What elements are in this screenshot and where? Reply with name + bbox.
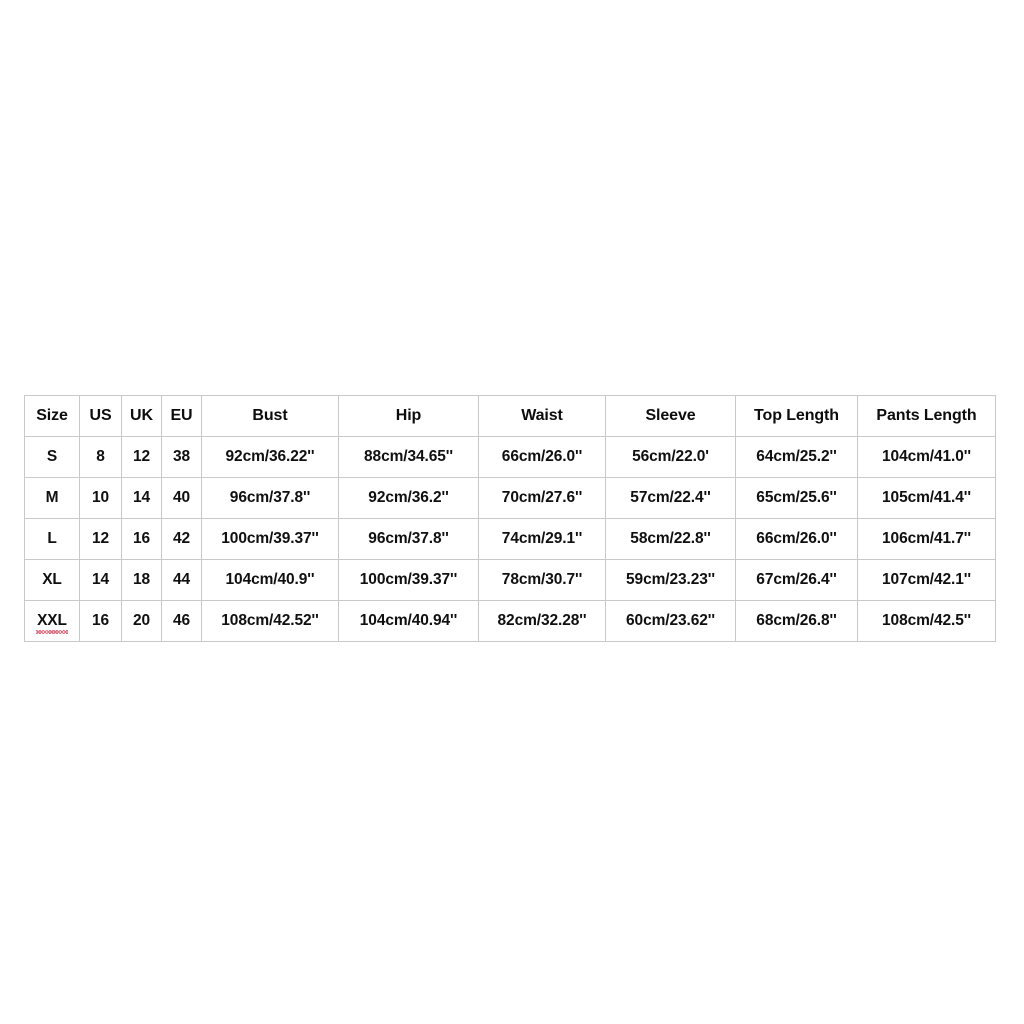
size-label: M: [45, 489, 59, 506]
cell-bust: 100cm/39.37'': [201, 518, 339, 560]
cell-pants-length: 108cm/42.5'': [857, 600, 996, 642]
cell-top-length: 65cm/25.6'': [735, 477, 858, 519]
cell-eu: 46: [161, 600, 202, 642]
size-label: L: [47, 530, 57, 547]
size-label: S: [46, 448, 58, 465]
column-header-pants-length: Pants Length: [857, 395, 996, 437]
cell-hip: 88cm/34.65'': [338, 436, 479, 478]
cell-top-length: 66cm/26.0'': [735, 518, 858, 560]
cell-hip: 100cm/39.37'': [338, 559, 479, 601]
cell-sleeve: 60cm/23.62'': [605, 600, 736, 642]
cell-size: S: [24, 436, 80, 478]
cell-waist: 66cm/26.0'': [478, 436, 606, 478]
cell-bust: 104cm/40.9'': [201, 559, 339, 601]
size-chart-container: Size US UK EU Bust Hip Waist Sleeve Top …: [24, 395, 996, 642]
column-header-sleeve: Sleeve: [605, 395, 736, 437]
cell-uk: 16: [121, 518, 162, 560]
cell-sleeve: 59cm/23.23'': [605, 559, 736, 601]
cell-pants-length: 104cm/41.0'': [857, 436, 996, 478]
cell-size: M: [24, 477, 80, 519]
table-row: XL 14 18 44 104cm/40.9'' 100cm/39.37'' 7…: [24, 559, 996, 601]
table-row: M 10 14 40 96cm/37.8'' 92cm/36.2'' 70cm/…: [24, 477, 996, 519]
column-header-hip: Hip: [338, 395, 479, 437]
column-header-size: Size: [24, 395, 80, 437]
column-header-us: US: [79, 395, 122, 437]
cell-sleeve: 57cm/22.4'': [605, 477, 736, 519]
cell-top-length: 68cm/26.8'': [735, 600, 858, 642]
cell-pants-length: 106cm/41.7'': [857, 518, 996, 560]
table-header-row: Size US UK EU Bust Hip Waist Sleeve Top …: [24, 395, 996, 437]
cell-pants-length: 105cm/41.4'': [857, 477, 996, 519]
cell-hip: 92cm/36.2'': [338, 477, 479, 519]
cell-uk: 12: [121, 436, 162, 478]
size-label: XL: [42, 571, 62, 588]
cell-eu: 44: [161, 559, 202, 601]
column-header-uk: UK: [121, 395, 162, 437]
size-chart-body: S 8 12 38 92cm/36.22'' 88cm/34.65'' 66cm…: [24, 436, 996, 642]
table-row: L 12 16 42 100cm/39.37'' 96cm/37.8'' 74c…: [24, 518, 996, 560]
cell-bust: 108cm/42.52'': [201, 600, 339, 642]
cell-sleeve: 56cm/22.0': [605, 436, 736, 478]
cell-uk: 14: [121, 477, 162, 519]
size-chart-table: Size US UK EU Bust Hip Waist Sleeve Top …: [24, 395, 996, 642]
cell-us: 10: [79, 477, 122, 519]
cell-waist: 70cm/27.6'': [478, 477, 606, 519]
cell-eu: 38: [161, 436, 202, 478]
cell-us: 8: [79, 436, 122, 478]
cell-bust: 92cm/36.22'': [201, 436, 339, 478]
column-header-eu: EU: [161, 395, 202, 437]
cell-size: XL: [24, 559, 80, 601]
cell-us: 12: [79, 518, 122, 560]
cell-sleeve: 58cm/22.8'': [605, 518, 736, 560]
column-header-top-length: Top Length: [735, 395, 858, 437]
cell-us: 16: [79, 600, 122, 642]
cell-pants-length: 107cm/42.1'': [857, 559, 996, 601]
column-header-bust: Bust: [201, 395, 339, 437]
cell-eu: 42: [161, 518, 202, 560]
cell-us: 14: [79, 559, 122, 601]
column-header-waist: Waist: [478, 395, 606, 437]
size-chart-header: Size US UK EU Bust Hip Waist Sleeve Top …: [24, 395, 996, 437]
cell-waist: 78cm/30.7'': [478, 559, 606, 601]
cell-top-length: 67cm/26.4'': [735, 559, 858, 601]
size-label: XXL: [36, 611, 68, 634]
cell-hip: 104cm/40.94'': [338, 600, 479, 642]
cell-size: XXL: [24, 600, 80, 642]
cell-size: L: [24, 518, 80, 560]
cell-top-length: 64cm/25.2'': [735, 436, 858, 478]
cell-uk: 20: [121, 600, 162, 642]
cell-waist: 82cm/32.28'': [478, 600, 606, 642]
cell-uk: 18: [121, 559, 162, 601]
cell-bust: 96cm/37.8'': [201, 477, 339, 519]
table-row: S 8 12 38 92cm/36.22'' 88cm/34.65'' 66cm…: [24, 436, 996, 478]
cell-waist: 74cm/29.1'': [478, 518, 606, 560]
cell-hip: 96cm/37.8'': [338, 518, 479, 560]
table-row: XXL 16 20 46 108cm/42.52'' 104cm/40.94''…: [24, 600, 996, 642]
cell-eu: 40: [161, 477, 202, 519]
